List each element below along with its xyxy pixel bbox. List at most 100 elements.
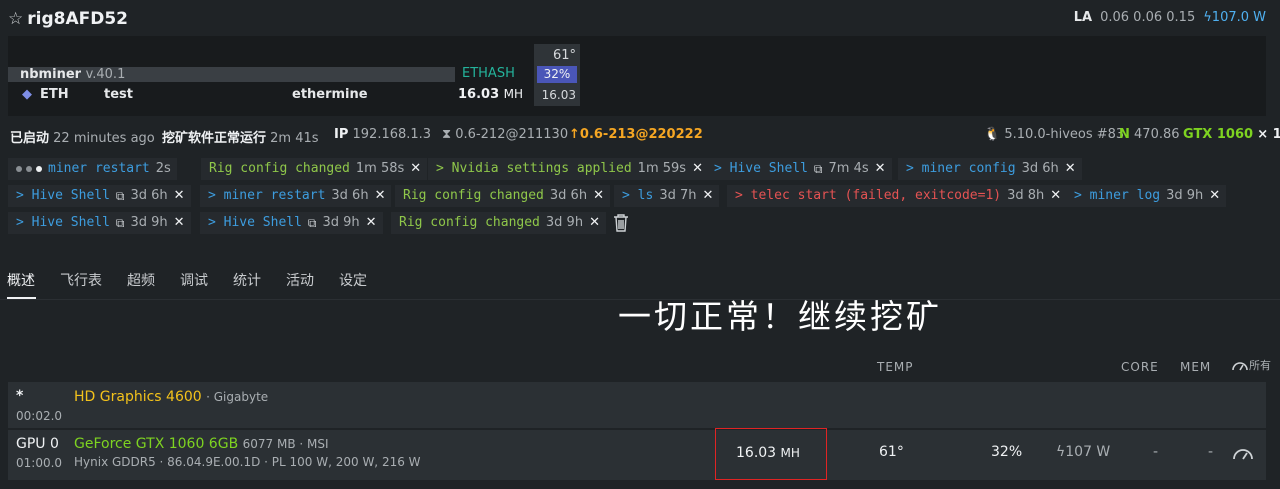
device-fan: 32% [991,444,1023,460]
device-id: GPU 0 [16,436,59,452]
col-core: CORE [1121,360,1159,374]
loading-dots-icon [16,166,42,172]
log-chip[interactable]: > miner config 3d 6h ✕ [898,158,1082,180]
gpu-summary: GTX 1060 × 1 [1183,127,1280,142]
log-chip[interactable]: Rig config changed 1m 58s ✕ [201,158,428,180]
log-time: 2s [155,161,171,176]
load-average: LA 0.06 0.06 0.15 ϟ107.0 W [1074,10,1266,25]
log-chip[interactable]: > miner log 3d 9h ✕ [1066,185,1227,207]
close-icon[interactable]: ✕ [692,158,703,180]
version-status: ⧗ 0.6-212@211130 [442,127,568,142]
log-chip[interactable]: > miner restart 3d 6h ✕ [200,185,392,207]
tab-settings[interactable]: 设定 [339,270,367,290]
highlight-box [715,428,827,480]
kernel-version: 5.10.0-hiveos #83 [1004,127,1125,142]
close-icon[interactable]: ✕ [174,185,185,207]
log-chip[interactable]: > telec start (failed, exitcode=1) 3d 8h… [727,185,1068,207]
log-cmd: Rig config changed [209,161,350,176]
tab-stats[interactable]: 统计 [233,270,261,290]
close-icon[interactable]: ✕ [593,185,604,207]
log-time: 3d 6h [549,188,588,203]
log-chip[interactable]: > Hive Shell ⧉ 3d 9h ✕ [8,212,191,234]
close-icon[interactable]: ✕ [1209,185,1220,207]
kernel-status: 🐧 5.10.0-hiveos #83 [984,127,1124,142]
close-icon[interactable]: ✕ [1065,158,1076,180]
device-name-line: GeForce GTX 1060 6GB 6077 MB · MSI [74,436,329,452]
rig-title: ☆ rig8AFD52 [8,9,128,29]
tab-overview[interactable]: 概述 [7,270,35,290]
rig-name[interactable]: rig8AFD52 [27,9,128,29]
ip-label: IP [334,127,349,142]
device-core: - [1153,444,1159,460]
close-icon[interactable]: ✕ [589,212,600,234]
log-chip[interactable]: > ls 3d 7h ✕ [614,185,720,207]
log-chip[interactable]: Rig config changed 3d 9h ✕ [391,212,606,234]
close-icon[interactable]: ✕ [366,212,377,234]
log-chip[interactable]: > Hive Shell ⧉ 3d 9h ✕ [200,212,383,234]
device-mem-oc: - [1208,444,1214,460]
log-chip[interactable]: Rig config changed 3d 6h ✕ [395,185,610,207]
miner-name[interactable]: nbminer v.40.1 [20,67,125,82]
close-icon[interactable]: ✕ [375,185,386,207]
log-time: 3d 9h [1166,188,1204,203]
hive-version: 0.6-212@211130 [455,127,569,142]
close-icon[interactable]: ✕ [875,158,886,180]
log-cmd: > Hive Shell [16,215,110,230]
tab-flight-sheet[interactable]: 飞行表 [60,270,102,290]
log-time: 1m 59s [637,161,687,176]
hashrate-unit: MH [503,87,524,101]
gpu-mini-fan: 32% [537,66,577,83]
tab-tuning[interactable]: 调试 [180,270,208,290]
gauge-icon[interactable] [1232,445,1254,461]
ip-status: IP 192.168.1.3 [334,127,431,142]
hive-version-icon: ⧗ [442,127,452,142]
log-cmd: > Nvidia settings applied [436,161,632,176]
log-cmd: > miner log [1074,188,1161,203]
log-time: 3d 7h [659,188,697,203]
boot-label: 已启动 [10,131,50,146]
power-value: 107.0 W [1211,10,1266,25]
arrow-up-icon: ↑ [569,127,580,142]
nvidia-version: 470.86 [1134,127,1180,142]
hashrate-value: 16.03 [458,87,500,102]
log-cmd: > ls [622,188,654,203]
log-chip[interactable]: miner restart 2s [8,158,177,180]
col-all[interactable]: 所有 [1231,357,1271,373]
tab-activity[interactable]: 活动 [286,270,314,290]
nvidia-label: N [1119,127,1130,142]
close-icon[interactable]: ✕ [174,212,185,234]
device-vendor: · Gigabyte [206,390,269,404]
device-bus: 01:00.0 [16,456,63,470]
log-cmd: Rig config changed [399,215,540,230]
gpu-mini-temp: 61° [552,48,576,63]
nvidia-driver: N 470.86 [1119,127,1180,142]
favorite-star-icon[interactable]: ☆ [8,9,23,29]
tab-overclocking[interactable]: 超频 [127,270,155,290]
boot-status: 已启动 22 minutes ago [10,127,155,146]
col-temp: TEMP [877,360,914,374]
log-chip[interactable]: > Nvidia settings applied 1m 59s ✕ [428,158,709,180]
miner-status-value: 2m 41s [270,131,319,146]
close-icon[interactable]: ✕ [410,158,421,180]
device-id: * [16,388,24,404]
log-chip[interactable]: > Hive Shell ⧉ 7m 4s ✕ [706,158,892,180]
log-cmd: > miner restart [208,188,326,203]
algo-label: ETHASH [462,66,515,81]
external-link-icon[interactable]: ⧉ [308,212,317,234]
bolt-icon: ϟ [1203,10,1212,25]
pool-name: ethermine [292,87,368,102]
bolt-icon: ϟ [1056,444,1066,460]
external-link-icon[interactable]: ⧉ [814,158,823,180]
log-cmd: > Hive Shell [714,161,808,176]
trash-icon[interactable] [612,213,630,233]
wallet-name[interactable]: test [104,87,133,102]
log-time: 3d 6h [1021,161,1059,176]
external-link-icon[interactable]: ⧉ [116,212,125,234]
external-link-icon[interactable]: ⧉ [116,185,125,207]
col-all-label: 所有 [1249,359,1271,372]
close-icon[interactable]: ✕ [702,185,713,207]
log-cmd: > Hive Shell [16,188,110,203]
update-available[interactable]: ↑0.6-213@220222 [569,127,703,142]
log-chip[interactable]: > Hive Shell ⧉ 3d 6h ✕ [8,185,191,207]
close-icon[interactable]: ✕ [1050,185,1061,207]
